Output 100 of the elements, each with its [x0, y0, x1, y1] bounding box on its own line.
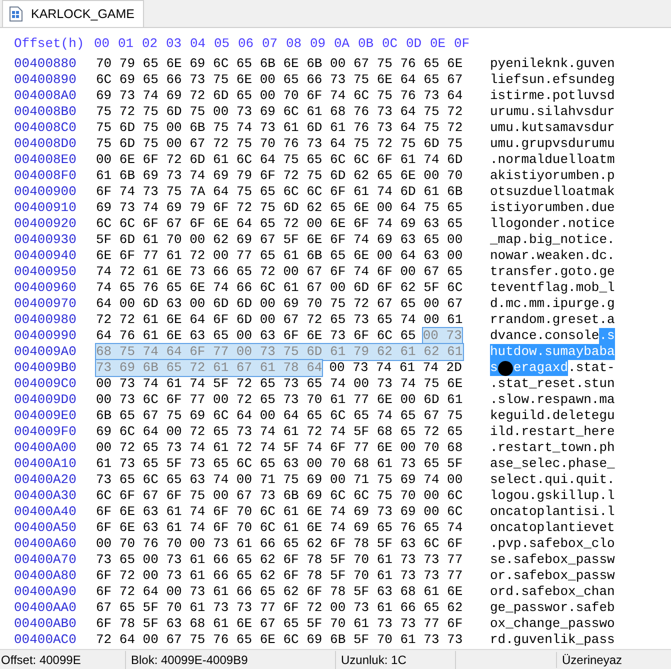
hex-bytes: 74 65 76 65 6E 74 66 6C 61 67 00 6D 6F 62 5F 6C [96, 280, 463, 296]
column-header: 06 [238, 36, 255, 52]
ascii-text: umu.grupvsdurumu [490, 136, 615, 152]
row-offset: 00400A40 [14, 504, 78, 520]
ascii-text: keguild.deletegu [490, 408, 615, 424]
hex-bytes: 5F 6D 61 70 00 62 69 67 5F 6E 6F 74 69 63 65 00 [96, 232, 463, 248]
status-length: Uzunluk: 1C [336, 650, 456, 668]
ascii-text: d.mc.mm.ipurge.g [490, 296, 615, 312]
ascii-text: .stat- [568, 360, 615, 376]
ascii-text: select.qui.quit. [490, 472, 615, 488]
hex-bytes: 64 00 6D 63 00 6D 6D 00 69 70 75 72 67 65 00 67 [96, 296, 463, 312]
ascii-text: teventflag.mob_l [490, 280, 615, 296]
hex-bytes: 69 6C 64 00 72 65 73 74 61 72 74 5F 68 65 72 65 [96, 424, 463, 440]
status-block: Blok: 40099E-4009B9 [126, 650, 336, 668]
ascii-text: oncatoplantisi.l [490, 504, 615, 520]
dot-icon [498, 360, 514, 376]
column-header: 05 [214, 36, 231, 52]
hex-bytes: 61 6B 69 73 74 69 79 6F 72 75 6D 62 65 6E 00 70 [96, 168, 463, 184]
ascii-text: .stat_reset.stun [490, 376, 615, 392]
hex-bytes: 75 6D 75 00 6B 75 74 73 61 6D 61 76 73 64 75 72 [96, 120, 463, 136]
row-offset: 00400A30 [14, 488, 78, 504]
ascii-text: hutdow.sumaybaba [490, 344, 615, 360]
hex-bytes: 6F 6E 63 61 74 6F 70 6C 61 6E 74 69 73 69 00 6C [96, 504, 463, 520]
hex-bytes: 6C 6F 67 6F 75 00 67 73 6B 69 6C 6C 75 70 00 6C [96, 488, 463, 504]
hex-bytes: 69 73 74 69 72 6D 65 00 70 6F 74 6C 75 76 73 64 [96, 88, 463, 104]
row-offset: 00400A00 [14, 440, 78, 456]
ascii-text: .slow.respawn.ma [490, 392, 615, 408]
hex-bytes: 73 65 6C 65 63 74 00 71 75 69 00 71 75 69 74 00 [96, 472, 463, 488]
ascii-text: rrandom.greset.a [490, 312, 615, 328]
hex-bytes: 00 73 6C 6F 77 00 72 65 73 70 61 77 6E 00 6D 61 [96, 392, 463, 408]
ascii-text: pyenileknk.guven [490, 56, 615, 72]
row-offset: 00400A70 [14, 552, 78, 568]
row-offset: 00400990 [14, 328, 78, 344]
row-offset: 00400890 [14, 72, 78, 88]
hex-bytes: 00 72 65 73 74 61 72 74 5F 74 6F 77 6E 00 70 68 [96, 440, 463, 456]
ascii-text: transfer.goto.ge [490, 264, 615, 280]
hex-bytes: 6F 72 00 73 61 66 65 62 6F 78 5F 70 61 73 73 77 [96, 568, 463, 584]
column-header: 04 [190, 36, 207, 52]
row-offset: 004009B0 [14, 360, 78, 376]
row-offset: 00400A60 [14, 536, 78, 552]
row-offset: 004008D0 [14, 136, 78, 152]
row-offset: 00400AA0 [14, 600, 78, 616]
row-offset: 004008F0 [14, 168, 78, 184]
row-offset: 00400940 [14, 248, 78, 264]
file-icon [9, 6, 23, 22]
column-header: 00 [94, 36, 111, 52]
column-header: 03 [166, 36, 183, 52]
ascii-text: istiyorumben.due [490, 200, 615, 216]
row-offset: 004009E0 [14, 408, 78, 424]
hex-bytes: 00 73 74 61 74 5F 72 65 73 65 74 00 73 74 75 6E [96, 376, 463, 392]
hex-bytes: 6F 6E 63 61 74 6F 70 6C 61 6E 74 69 65 76 65 74 [96, 520, 463, 536]
ascii-text: ge_passwor.safeb [490, 600, 615, 616]
ascii-text: .restart_town.ph [490, 440, 615, 456]
row-offset: 00400A50 [14, 520, 78, 536]
hex-bytes: 6E 6F 77 61 72 00 77 65 61 6B 65 6E 00 64 63 00 [96, 248, 463, 264]
ascii-text: nowar.weaken.dc. [490, 248, 615, 264]
column-header: 02 [142, 36, 159, 52]
row-offset: 004008A0 [14, 88, 78, 104]
hex-bytes: 75 6D 75 00 67 72 75 70 76 73 64 75 72 75 6D 75 [96, 136, 463, 152]
file-tab[interactable]: KARLOCK_GAME [2, 0, 144, 27]
row-offset: 004009F0 [14, 424, 78, 440]
hex-bytes: 6B 65 67 75 69 6C 64 00 64 65 6C 65 74 65 67 75 [96, 408, 463, 424]
hex-bytes: 70 79 65 6E 69 6C 65 6B 6E 6B 00 67 75 76 65 6E [96, 56, 463, 72]
row-offset: 00400980 [14, 312, 78, 328]
ascii-text: umu.kutsamavsdur [490, 120, 615, 136]
hex-bytes: 67 65 5F 70 61 73 73 77 6F 72 00 73 61 66 65 62 [96, 600, 463, 616]
ascii-text: ox_change_passwo [490, 616, 615, 632]
ascii-text: dvance.console [490, 328, 600, 344]
hex-bytes: 64 76 61 6E 63 65 00 63 6F 6E 73 6F 6C 65 [96, 328, 416, 344]
hex-bytes: 75 72 75 6D 75 00 73 69 6C 61 68 76 73 64 75 72 [96, 104, 463, 120]
column-header: 0B [358, 36, 375, 52]
hex-bytes: 6F 78 5F 63 68 61 6E 67 65 5F 70 61 73 73 77 6F [96, 616, 463, 632]
row-offset: 00400A80 [14, 568, 78, 584]
ascii-text: liefsun.efsundeg [490, 72, 615, 88]
column-header: 0A [334, 36, 351, 52]
hex-bytes: 68 75 74 64 6F 77 00 73 75 6D 61 79 62 61 62 61 [96, 344, 463, 360]
ascii-text: or.safebox_passw [490, 568, 615, 584]
ascii-text: llogonder.notice [490, 216, 615, 232]
ascii-text: .pvp.safebox_clo [490, 536, 615, 552]
hex-bytes: 6C 69 65 66 73 75 6E 00 65 66 73 75 6E 64 65 67 [96, 72, 463, 88]
ascii-text: ord.safebox_chan [490, 584, 615, 600]
row-offset: 00400960 [14, 280, 78, 296]
row-offset: 00400950 [14, 264, 78, 280]
hex-bytes: 61 73 65 5F 73 65 6C 65 63 00 70 68 61 73 65 5F [96, 456, 463, 472]
hex-bytes: 00 6E 6F 72 6D 61 6C 64 75 65 6C 6C 6F 61 74 6D [96, 152, 463, 168]
hex-bytes: 6F 74 73 75 7A 64 75 65 6C 6C 6F 61 74 6D 61 6B [96, 184, 463, 200]
row-offset: 00400880 [14, 56, 78, 72]
hex-bytes: 74 72 61 6E 73 66 65 72 00 67 6F 74 6F 00 67 65 [96, 264, 463, 280]
hex-bytes: 72 64 00 67 75 76 65 6E 6C 69 6B 5F 70 61 73 73 [96, 632, 463, 648]
ascii-text: s [490, 360, 498, 376]
row-offset: 00400A10 [14, 456, 78, 472]
column-header: 0D [406, 36, 423, 52]
row-offset: 00400AB0 [14, 616, 78, 632]
ascii-text: .s [599, 328, 615, 344]
ascii-text: ild.restart_here [490, 424, 615, 440]
column-header: 01 [118, 36, 135, 52]
hex-bytes: 00 70 76 70 00 73 61 66 65 62 6F 78 5F 63 6C 6F [96, 536, 463, 552]
row-offset: 00400930 [14, 232, 78, 248]
row-offset: 00400920 [14, 216, 78, 232]
hex-bytes: 6C 6C 6F 67 6F 6E 64 65 72 00 6E 6F 74 69 63 65 [96, 216, 463, 232]
